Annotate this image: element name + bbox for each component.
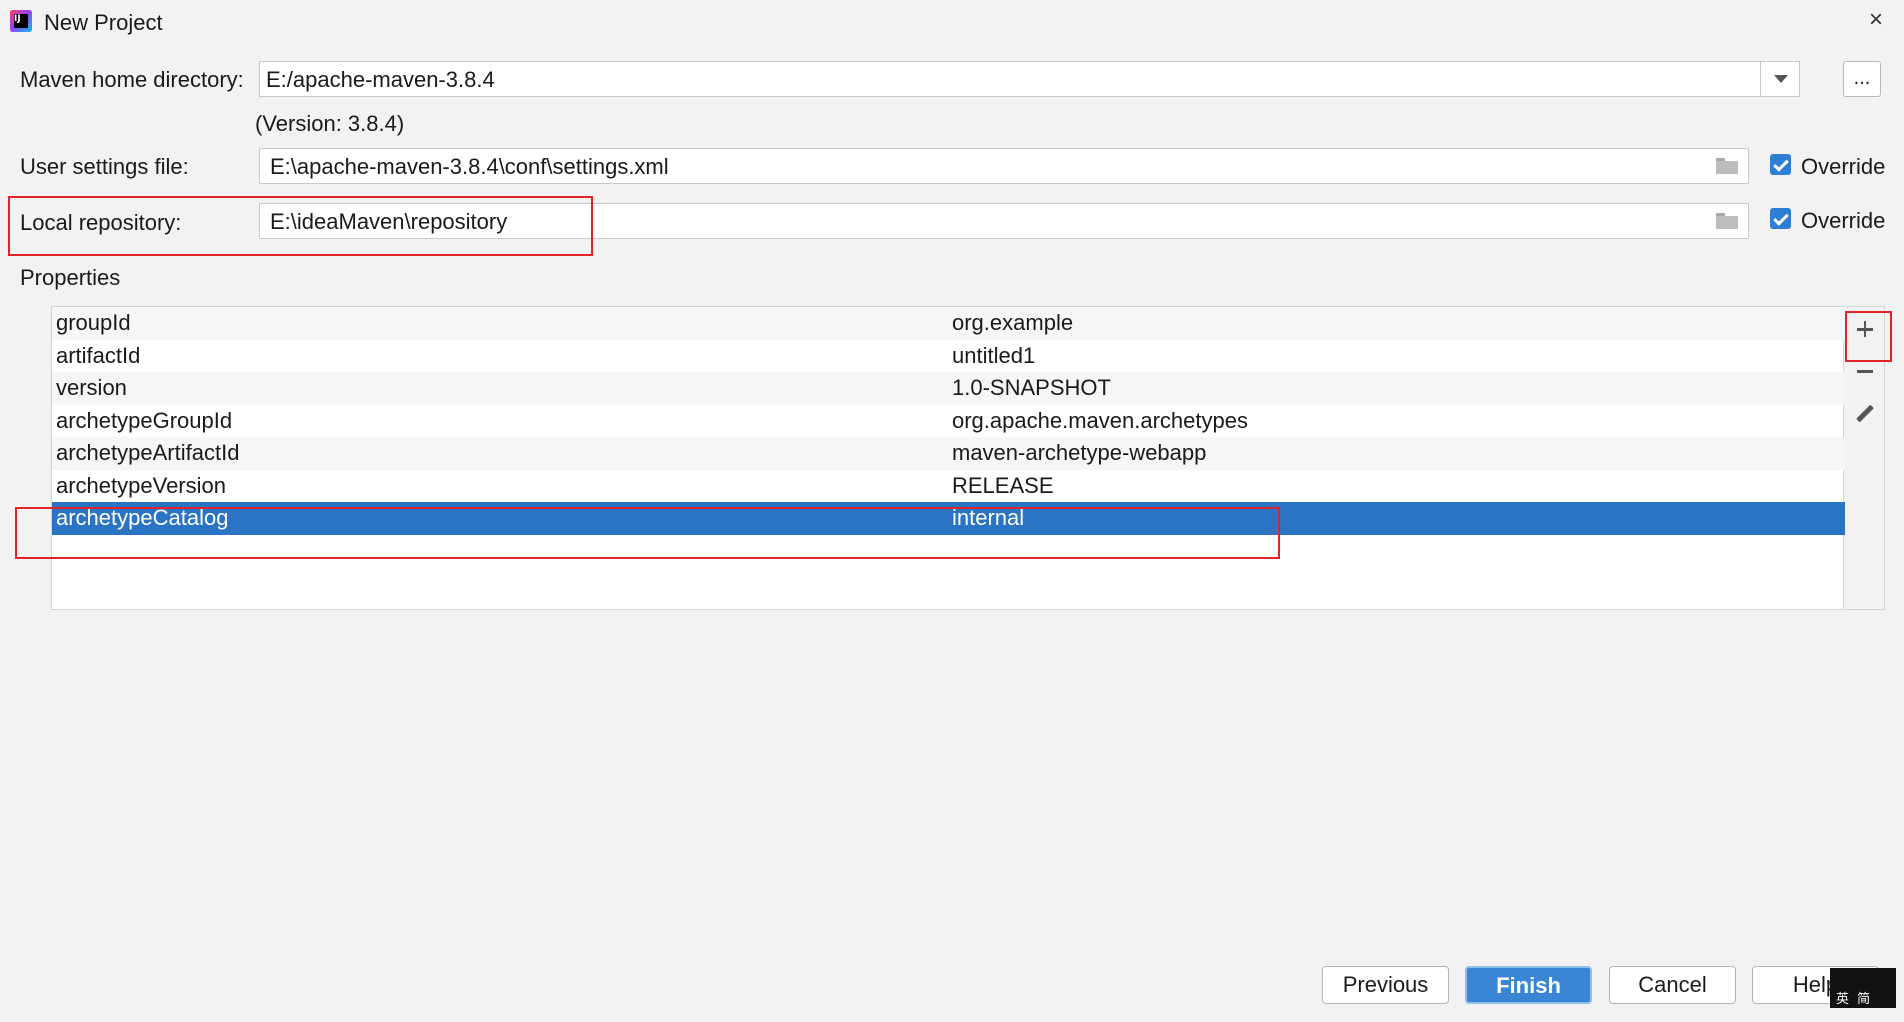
property-key: groupId: [56, 310, 131, 335]
chevron-down-icon[interactable]: [1760, 62, 1799, 96]
property-value: org.example: [952, 310, 1074, 335]
previous-label: Previous: [1342, 972, 1429, 997]
highlight-box-archetype-catalog: [15, 507, 1280, 559]
table-row[interactable]: artifactId untitled1: [52, 340, 1845, 373]
local-repository-override-checkbox[interactable]: [1770, 208, 1791, 229]
properties-label: Properties: [20, 265, 121, 290]
maven-version-text: (Version: 3.8.4): [255, 111, 405, 136]
property-key: archetypeVersion: [56, 472, 226, 498]
property-value: RELEASE: [952, 472, 1054, 498]
property-key: artifactId: [56, 342, 141, 368]
user-settings-field[interactable]: E:\apache-maven-3.8.4\conf\settings.xml: [259, 148, 1749, 184]
table-row[interactable]: archetypeVersion RELEASE: [52, 470, 1845, 503]
property-key: archetypeGroupId: [56, 407, 233, 433]
table-row[interactable]: archetypeGroupId org.apache.maven.archet…: [52, 405, 1845, 438]
maven-home-value: E:/apache-maven-3.8.4: [266, 67, 495, 92]
property-value: 1.0-SNAPSHOT: [952, 375, 1111, 400]
user-settings-override-label: Override: [1801, 154, 1886, 179]
table-row[interactable]: archetypeArtifactId maven-archetype-weba…: [52, 437, 1845, 470]
cancel-button[interactable]: Cancel: [1609, 966, 1736, 1004]
highlight-box-local-repository: [8, 196, 593, 256]
pencil-icon[interactable]: [1852, 400, 1878, 426]
property-value: maven-archetype-webapp: [952, 440, 1207, 465]
table-row[interactable]: groupId org.example: [52, 307, 1845, 340]
finish-button[interactable]: Finish: [1465, 966, 1592, 1004]
title-bar: IJ New Project ×: [0, 0, 1904, 44]
user-settings-value: E:\apache-maven-3.8.4\conf\settings.xml: [270, 154, 669, 179]
browse-maven-home-button[interactable]: ...: [1843, 61, 1881, 97]
minus-icon[interactable]: [1852, 358, 1878, 384]
highlight-box-add: [1845, 311, 1892, 362]
cancel-label: Cancel: [1638, 972, 1707, 997]
intellij-idea-icon: IJ: [10, 10, 32, 32]
close-icon[interactable]: ×: [1862, 6, 1890, 34]
user-settings-override-checkbox[interactable]: [1770, 154, 1791, 175]
maven-home-combobox[interactable]: E:/apache-maven-3.8.4: [259, 61, 1800, 97]
local-repository-override-label: Override: [1801, 208, 1886, 233]
property-key: version: [56, 375, 127, 400]
ime-indicator: 英 简: [1830, 968, 1896, 1008]
table-row[interactable]: version 1.0-SNAPSHOT: [52, 372, 1845, 405]
user-settings-label: User settings file:: [20, 154, 189, 179]
property-key: archetypeArtifactId: [56, 440, 240, 465]
maven-home-label: Maven home directory:: [20, 67, 244, 92]
previous-button[interactable]: Previous: [1322, 966, 1449, 1004]
finish-label: Finish: [1496, 973, 1561, 998]
folder-icon[interactable]: [1716, 213, 1738, 229]
folder-icon[interactable]: [1716, 158, 1738, 174]
window-title: New Project: [44, 10, 163, 35]
property-value: org.apache.maven.archetypes: [952, 407, 1248, 433]
property-value: untitled1: [952, 342, 1036, 368]
